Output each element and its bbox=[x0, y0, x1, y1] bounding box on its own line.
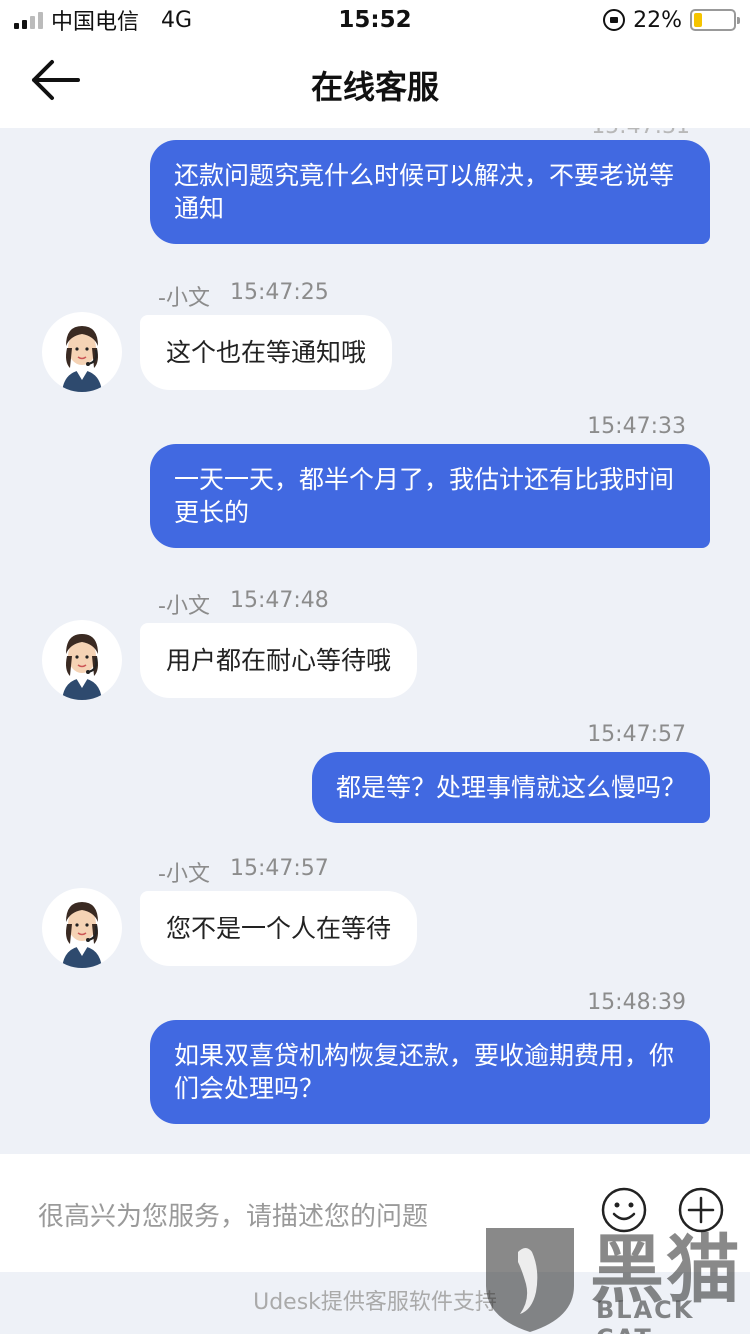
message-timestamp: 15:47:25 bbox=[229, 280, 329, 305]
user-bubble[interactable]: 如果双喜贷机构恢复还款，要收逾期费用，你们会处理吗？ bbox=[150, 1020, 710, 1124]
message-timestamp: 15:47:33 bbox=[587, 414, 686, 439]
agent-name: -小文 bbox=[158, 862, 210, 887]
message-agent: -小文 15:47:48 用户都在耐心等待哦 bbox=[42, 588, 418, 700]
agent-avatar bbox=[42, 888, 122, 968]
battery-icon bbox=[690, 9, 740, 31]
powered-by-footer: Udesk提供客服软件支持 bbox=[0, 1272, 750, 1334]
message-agent: -小文 15:47:25 这个也在等通知哦 bbox=[42, 280, 393, 392]
user-bubble[interactable]: 一天一天，都半个月了，我估计还有比我时间更长的 bbox=[150, 444, 710, 548]
emoji-icon[interactable] bbox=[600, 1186, 648, 1234]
message-user: 15:47:57 都是等？处理事情就这么慢吗？ bbox=[311, 722, 710, 823]
message-timestamp: 15:47:57 bbox=[587, 722, 686, 747]
user-bubble[interactable]: 还款问题究竟什么时候可以解决，不要老说等通知 bbox=[150, 140, 710, 244]
battery-percent: 22% bbox=[633, 7, 682, 33]
nav-header: 在线客服 bbox=[0, 40, 750, 128]
message-timestamp: 15:47:57 bbox=[229, 856, 329, 881]
agent-bubble[interactable]: 用户都在耐心等待哦 bbox=[140, 622, 418, 698]
message-timestamp: 15:47:48 bbox=[229, 588, 329, 613]
chat-area[interactable]: 15:47:31 还款问题究竟什么时候可以解决，不要老说等通知 -小文 15:47… bbox=[0, 128, 750, 1128]
status-bar: 中国电信 4G 15:52 22% bbox=[0, 0, 750, 40]
message-user: 15:47:33 一天一天，都半个月了，我估计还有比我时间更长的 bbox=[150, 414, 710, 548]
message-input[interactable]: 很高兴为您服务，请描述您的问题 bbox=[38, 1196, 428, 1233]
agent-bubble[interactable]: 您不是一个人在等待 bbox=[140, 890, 418, 966]
message-user: 还款问题究竟什么时候可以解决，不要老说等通知 bbox=[150, 140, 710, 244]
agent-name: -小文 bbox=[158, 286, 210, 311]
signal-icon bbox=[14, 11, 43, 29]
message-timestamp: 15:47:31 bbox=[591, 128, 690, 139]
battery-fill bbox=[694, 13, 703, 27]
agent-avatar bbox=[42, 620, 122, 700]
page-title: 在线客服 bbox=[310, 68, 439, 106]
message-agent: -小文 15:47:57 您不是一个人在等待 bbox=[42, 856, 418, 968]
agent-bubble[interactable]: 这个也在等通知哦 bbox=[140, 314, 393, 390]
agent-name: -小文 bbox=[158, 594, 210, 619]
network-label: 4G bbox=[161, 7, 193, 33]
message-user: 15:48:39 如果双喜贷机构恢复还款，要收逾期费用，你们会处理吗？ bbox=[150, 990, 710, 1124]
input-bar: 很高兴为您服务，请描述您的问题 bbox=[0, 1154, 750, 1272]
carrier-label: 中国电信 bbox=[51, 10, 140, 35]
message-timestamp: 15:48:39 bbox=[587, 990, 686, 1015]
plus-icon[interactable] bbox=[677, 1186, 725, 1234]
rotation-lock-icon bbox=[603, 9, 626, 31]
agent-avatar bbox=[42, 312, 122, 392]
user-bubble[interactable]: 都是等？处理事情就这么慢吗？ bbox=[311, 752, 710, 823]
